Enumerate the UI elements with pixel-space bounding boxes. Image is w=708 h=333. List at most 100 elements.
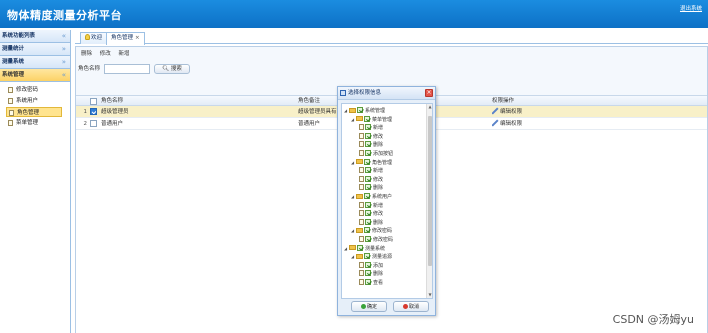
tree-leaf-node[interactable]: 新增: [359, 124, 383, 132]
sidebar-item-change-password[interactable]: 修改密码: [6, 85, 62, 95]
search-label: 角色名称: [78, 66, 101, 72]
tree-leaf-node[interactable]: 修改: [359, 210, 383, 218]
tree-node-label: 修改密码: [372, 228, 393, 235]
tree-folder-node[interactable]: ◢ 角色管理: [351, 158, 392, 167]
permission-checkbox[interactable]: [365, 279, 371, 285]
permission-checkbox[interactable]: [364, 227, 370, 234]
tree-leaf-node[interactable]: 修改密码: [359, 236, 393, 244]
sidebar-item-label: 系统用户: [16, 98, 39, 104]
edit-button[interactable]: 修改: [100, 51, 111, 57]
permission-checkbox[interactable]: [365, 218, 371, 225]
tree-folder-node[interactable]: ◢ 菜单管理: [351, 115, 392, 124]
permission-checkbox[interactable]: [365, 184, 371, 191]
tree-node-label: 删除: [373, 185, 384, 192]
select-all-checkbox[interactable]: [90, 97, 97, 105]
document-icon: [8, 98, 13, 104]
permission-checkbox[interactable]: [364, 193, 370, 199]
toolbar: 删除 修改 新增: [76, 47, 707, 62]
permission-checkbox[interactable]: [365, 261, 371, 268]
scrollbar-thumb[interactable]: [428, 116, 432, 266]
sidebar-item-system-users[interactable]: 系统用户: [6, 96, 62, 106]
permission-checkbox[interactable]: [365, 167, 371, 174]
tree-leaf-node[interactable]: 修改: [359, 132, 383, 141]
permission-checkbox[interactable]: [365, 270, 371, 277]
document-icon: [9, 110, 14, 116]
check-icon: [360, 303, 366, 309]
cancel-button[interactable]: 取消: [393, 301, 429, 312]
permission-checkbox[interactable]: [364, 115, 370, 122]
tree-folder-node[interactable]: ◢ 系统用户: [351, 193, 392, 201]
tree-leaf-node[interactable]: 新增: [359, 201, 383, 210]
permission-checkbox[interactable]: [365, 236, 371, 242]
tree-node-label: 查看: [373, 280, 384, 286]
column-header-op[interactable]: 权限操作: [492, 96, 612, 106]
lightbulb-icon: [85, 34, 90, 40]
document-icon: [359, 184, 364, 191]
expand-icon[interactable]: »: [62, 56, 66, 68]
delete-button[interactable]: 删除: [81, 51, 92, 57]
tab-bar: 欢迎 角色管理 ×: [75, 30, 708, 45]
tree-leaf-node[interactable]: 查看: [359, 279, 383, 287]
edit-permission-link[interactable]: 编辑权限: [492, 118, 612, 130]
scroll-up-icon[interactable]: ▲: [427, 104, 432, 110]
permission-checkbox[interactable]: [365, 132, 371, 139]
tree-leaf-node[interactable]: 删除: [359, 218, 383, 227]
row-checkbox[interactable]: [90, 108, 97, 115]
folder-icon: [356, 193, 363, 199]
tree-leaf-node[interactable]: 新增: [359, 167, 383, 175]
tab-welcome[interactable]: 欢迎: [80, 32, 108, 44]
search-button[interactable]: 🔍︎ 搜索: [154, 64, 190, 74]
permission-checkbox[interactable]: [365, 150, 371, 156]
permission-checkbox[interactable]: [365, 141, 371, 148]
close-icon[interactable]: ×: [425, 89, 433, 97]
role-name-input[interactable]: [104, 64, 150, 74]
sidebar-item-menu-management[interactable]: 菜单管理: [6, 118, 62, 128]
permission-checkbox[interactable]: [365, 124, 371, 131]
column-header-name[interactable]: 角色名称: [101, 96, 291, 106]
tree-leaf-node[interactable]: 修改: [359, 175, 383, 184]
permission-checkbox[interactable]: [364, 253, 370, 260]
tree-leaf-node[interactable]: 添加按钮: [359, 150, 393, 158]
tree-folder-node[interactable]: ◢ 测量系统: [344, 244, 385, 253]
permission-checkbox[interactable]: [365, 201, 371, 208]
collapse-icon[interactable]: «: [62, 30, 66, 42]
add-button[interactable]: 新增: [119, 51, 130, 57]
tree-leaf-node[interactable]: 删除: [359, 270, 383, 278]
confirm-button[interactable]: 确定: [351, 301, 387, 312]
folder-icon: [356, 159, 363, 165]
logout-link[interactable]: 退出系统: [680, 4, 702, 12]
permission-checkbox[interactable]: [364, 158, 370, 165]
tree-folder-node[interactable]: ◢ 测量追源: [351, 253, 392, 261]
close-icon[interactable]: ×: [135, 35, 140, 41]
permission-checkbox[interactable]: [365, 175, 371, 182]
app-title: 物体精度测量分析平台: [7, 9, 122, 22]
tree-node-label: 新增: [373, 125, 384, 132]
cell-role-name: 普通用户: [101, 121, 124, 127]
permission-checkbox[interactable]: [357, 107, 363, 113]
tree-leaf-node[interactable]: 删除: [359, 184, 383, 192]
tree-leaf-node[interactable]: 删除: [359, 141, 383, 149]
collapse-icon[interactable]: «: [62, 69, 66, 81]
tab-role-management[interactable]: 角色管理 ×: [106, 32, 145, 45]
sidebar-section-function-list[interactable]: 系统功能列表 «: [0, 30, 70, 43]
expand-icon[interactable]: »: [62, 43, 66, 55]
tree-folder-node[interactable]: ◢ 修改密码: [351, 227, 392, 235]
sidebar-item-role-management[interactable]: 角色管理: [6, 107, 62, 117]
scroll-down-icon[interactable]: ▼: [427, 292, 432, 298]
sidebar-menu-list: 修改密码 系统用户 角色管理 菜单管理: [0, 82, 70, 137]
permission-checkbox[interactable]: [357, 244, 363, 251]
dialog-titlebar[interactable]: 选择权限信息 ×: [338, 87, 435, 100]
scrollbar[interactable]: ▲ ▼: [426, 104, 432, 298]
cancel-label: 取消: [408, 304, 419, 310]
tree-folder-node[interactable]: ◢ 系统管理: [344, 107, 385, 115]
document-icon: [359, 218, 364, 225]
tree-leaf-node[interactable]: 添加: [359, 261, 383, 270]
sidebar-section-system[interactable]: 系统管理 «: [0, 69, 70, 82]
row-checkbox[interactable]: [90, 120, 97, 127]
sidebar-section-stats[interactable]: 测量统计 »: [0, 43, 70, 56]
permission-checkbox[interactable]: [365, 210, 371, 217]
sidebar-section-measure[interactable]: 测量系统 »: [0, 56, 70, 69]
sidebar-section-label: 测量系统: [2, 59, 25, 65]
sidebar-item-label: 菜单管理: [16, 120, 39, 126]
edit-permission-link[interactable]: 编辑权限: [492, 106, 612, 118]
